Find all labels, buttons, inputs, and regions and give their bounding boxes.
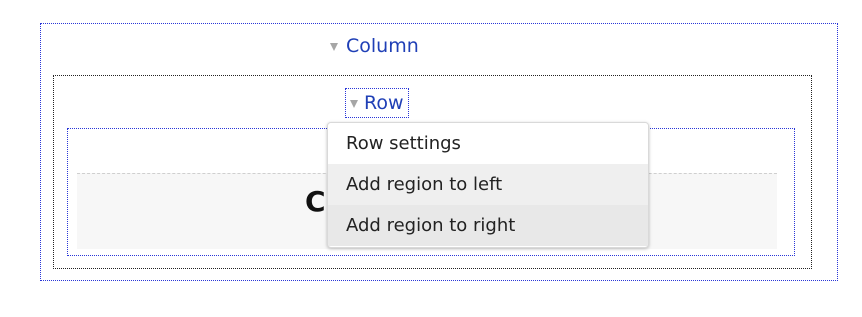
menu-item-add-region-left[interactable]: Add region to left (328, 164, 648, 205)
disclosure-triangle-down-icon (350, 100, 358, 108)
column-toggle[interactable]: Column (330, 34, 419, 58)
row-context-menu: Row settings Add region to left Add regi… (327, 122, 649, 248)
row-toggle[interactable]: Row (345, 88, 409, 118)
disclosure-triangle-down-icon (330, 43, 338, 51)
menu-item-row-settings[interactable]: Row settings (328, 123, 648, 164)
row-label: Row (364, 92, 404, 114)
region-content-text: C (305, 185, 326, 218)
column-label: Column (346, 35, 419, 57)
menu-item-add-region-right[interactable]: Add region to right (328, 205, 648, 246)
